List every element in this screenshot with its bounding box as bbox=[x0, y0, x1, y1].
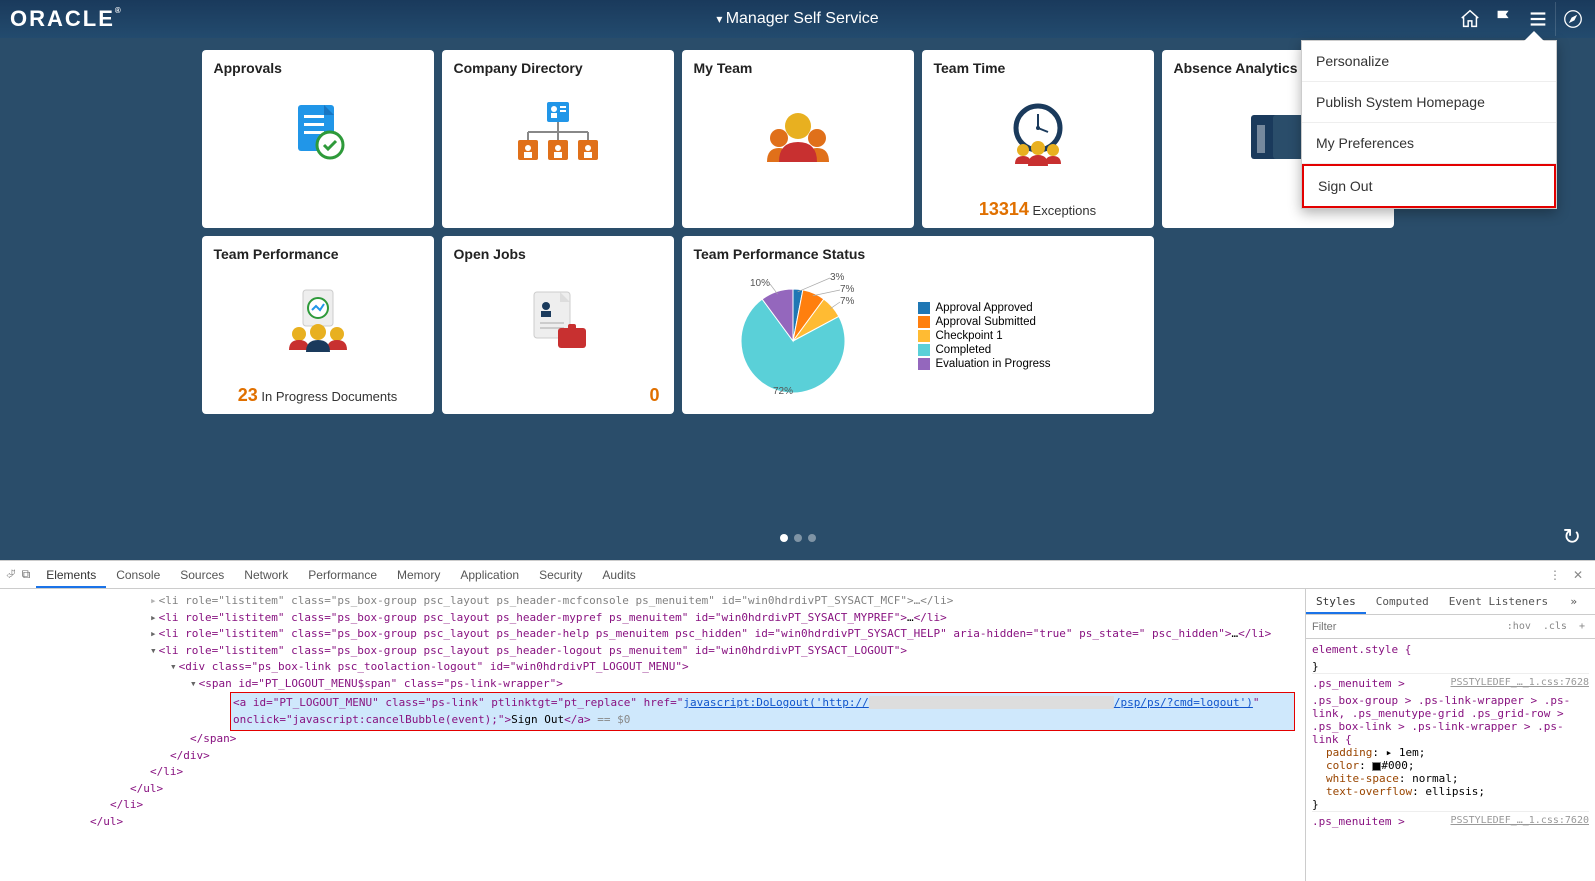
tile-title: Open Jobs bbox=[442, 236, 674, 266]
inspect-icon[interactable]: ⮰ bbox=[6, 567, 16, 582]
legend-item: Evaluation in Progress bbox=[918, 358, 1051, 370]
tab-performance[interactable]: Performance bbox=[298, 562, 387, 588]
menu-publish-homepage[interactable]: Publish System Homepage bbox=[1302, 82, 1556, 123]
devtools-tabs: ⮰ ⧉ Elements Console Sources Network Per… bbox=[0, 561, 1595, 589]
svg-text:7%: 7% bbox=[840, 296, 855, 307]
directory-icon bbox=[513, 100, 603, 170]
svg-text:72%: 72% bbox=[772, 386, 792, 397]
home-icon[interactable] bbox=[1453, 2, 1487, 36]
svg-text:3%: 3% bbox=[830, 272, 845, 283]
svg-text:10%: 10% bbox=[749, 278, 769, 289]
tile-title: Team Time bbox=[922, 50, 1154, 80]
tile-team-performance[interactable]: Team Performance 23 In Progress Document… bbox=[202, 236, 434, 414]
tab-sources[interactable]: Sources bbox=[170, 562, 234, 588]
approvals-icon bbox=[278, 95, 358, 175]
tile-my-team[interactable]: My Team bbox=[682, 50, 914, 228]
tab-security[interactable]: Security bbox=[529, 562, 592, 588]
oracle-logo: ORACLE® bbox=[10, 6, 123, 32]
pie-chart: 3%7%7%72%10% bbox=[698, 266, 898, 406]
tile-title: Company Directory bbox=[442, 50, 674, 80]
cls-toggle[interactable]: .cls bbox=[1539, 619, 1571, 634]
tile-footer: 0 bbox=[442, 385, 674, 406]
legend-item: Approval Approved bbox=[918, 302, 1051, 314]
page-title[interactable]: Manager Self Service bbox=[716, 10, 878, 28]
tile-title: My Team bbox=[682, 50, 914, 80]
tile-company-directory[interactable]: Company Directory bbox=[442, 50, 674, 228]
tile-approvals[interactable]: Approvals bbox=[202, 50, 434, 228]
elements-tree[interactable]: ▸<li role="listitem" class="ps_box-group… bbox=[0, 589, 1305, 881]
flag-icon[interactable] bbox=[1487, 2, 1521, 36]
dot-1[interactable] bbox=[780, 534, 788, 542]
compass-icon[interactable] bbox=[1555, 2, 1589, 36]
listeners-tab[interactable]: Event Listeners bbox=[1439, 590, 1558, 614]
hov-toggle[interactable]: :hov bbox=[1503, 619, 1535, 634]
devtools-more-icon[interactable]: ⋮ bbox=[1543, 568, 1567, 582]
styles-tab[interactable]: Styles bbox=[1306, 590, 1366, 614]
tile-footer: 23 In Progress Documents bbox=[202, 385, 434, 406]
jobs-icon bbox=[518, 286, 598, 356]
tab-console[interactable]: Console bbox=[106, 562, 170, 588]
add-rule-icon[interactable]: + bbox=[1575, 619, 1589, 634]
styles-filter-input[interactable] bbox=[1312, 621, 1499, 633]
more-tabs-icon[interactable]: » bbox=[1560, 590, 1587, 614]
tab-application[interactable]: Application bbox=[450, 562, 529, 588]
menu-personalize[interactable]: Personalize bbox=[1302, 41, 1556, 82]
performance-icon bbox=[273, 286, 363, 356]
page-dots[interactable] bbox=[780, 534, 816, 542]
tile-team-time[interactable]: Team Time 13314 Exceptions bbox=[922, 50, 1154, 228]
refresh-icon[interactable]: ↻ bbox=[1563, 524, 1581, 550]
tile-title: Approvals bbox=[202, 50, 434, 80]
clock-team-icon bbox=[993, 100, 1083, 170]
device-icon[interactable]: ⧉ bbox=[22, 567, 31, 582]
menu-my-preferences[interactable]: My Preferences bbox=[1302, 123, 1556, 164]
menu-sign-out[interactable]: Sign Out bbox=[1302, 164, 1556, 208]
tab-memory[interactable]: Memory bbox=[387, 562, 450, 588]
tile-open-jobs[interactable]: Open Jobs 0 bbox=[442, 236, 674, 414]
svg-text:7%: 7% bbox=[840, 284, 855, 295]
selected-element[interactable]: <a id="PT_LOGOUT_MENU" class="ps-link" p… bbox=[230, 692, 1295, 731]
pie-legend: Approval Approved Approval Submitted Check… bbox=[918, 300, 1051, 372]
devtools-panel: ⮰ ⧉ Elements Console Sources Network Per… bbox=[0, 560, 1595, 881]
tab-network[interactable]: Network bbox=[234, 562, 298, 588]
tile-title: Team Performance bbox=[202, 236, 434, 266]
dot-3[interactable] bbox=[808, 534, 816, 542]
dot-2[interactable] bbox=[794, 534, 802, 542]
tile-footer: 13314 Exceptions bbox=[922, 199, 1154, 220]
app-header: ORACLE® Manager Self Service bbox=[0, 0, 1595, 38]
legend-item: Completed bbox=[918, 344, 1051, 356]
legend-item: Checkpoint 1 bbox=[918, 330, 1051, 342]
tile-title: Team Performance Status bbox=[682, 236, 1154, 266]
devtools-close-icon[interactable]: ✕ bbox=[1567, 568, 1589, 582]
team-icon bbox=[753, 100, 843, 170]
tab-audits[interactable]: Audits bbox=[592, 562, 645, 588]
tab-elements[interactable]: Elements bbox=[36, 562, 106, 588]
styles-panel: Styles Computed Event Listeners » :hov .… bbox=[1305, 589, 1595, 881]
computed-tab[interactable]: Computed bbox=[1366, 590, 1439, 614]
actions-menu: Personalize Publish System Homepage My P… bbox=[1301, 40, 1557, 209]
styles-body[interactable]: element.style { } PSSTYLEDEF_…_1.css:762… bbox=[1306, 639, 1595, 881]
tile-performance-status[interactable]: Team Performance Status 3%7%7%72%10% App… bbox=[682, 236, 1154, 414]
legend-item: Approval Submitted bbox=[918, 316, 1051, 328]
